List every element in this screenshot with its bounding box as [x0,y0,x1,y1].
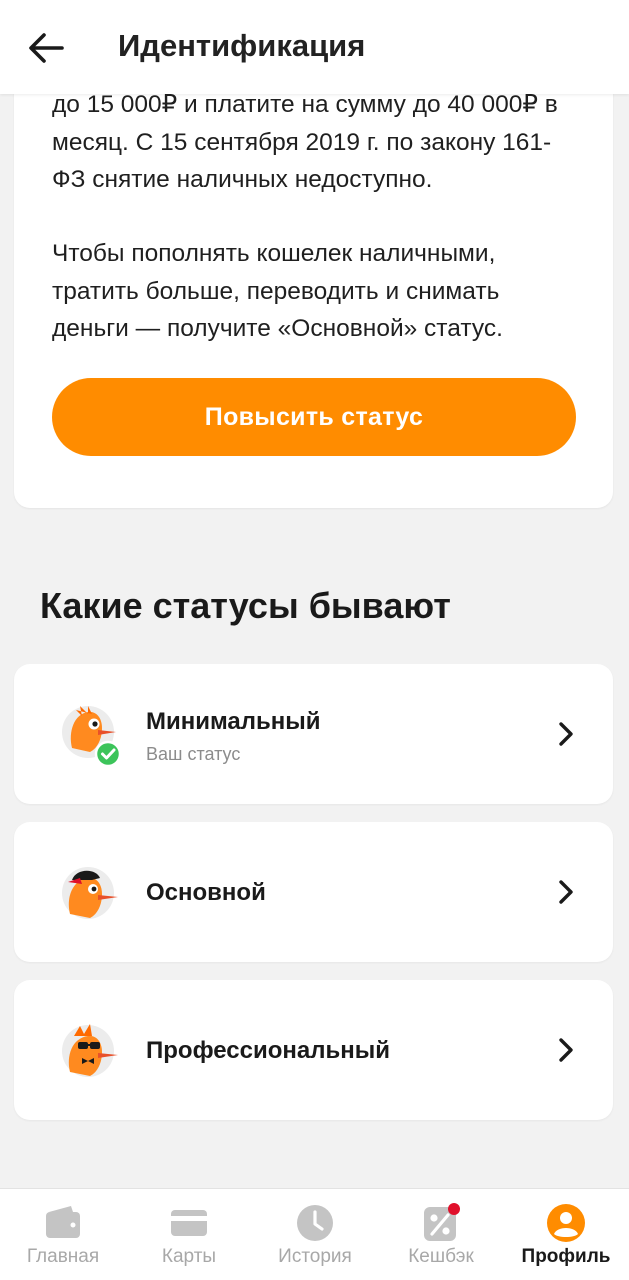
status-name: Основной [146,879,266,906]
nav-item-home[interactable]: Главная [0,1189,126,1280]
notification-badge [448,1203,460,1215]
clock-icon [297,1205,333,1241]
chevron-right-icon [559,880,573,904]
page-title: Идентификация [118,28,366,63]
card-icon [171,1210,207,1236]
nav-item-history[interactable]: История [252,1189,378,1280]
nav-item-cards[interactable]: Карты [126,1189,252,1280]
nav-label: Карты [161,1246,217,1267]
chevron-right-icon [559,1038,573,1062]
status-name: Минимальный [146,708,321,735]
section-title: Какие статусы бывают [40,585,451,626]
status-name: Профессиональный [146,1037,390,1064]
status-card-basic[interactable]: Основной [14,822,613,962]
status-card-minimal[interactable]: Минимальный Ваш статус [14,664,613,804]
bird-sunglasses-icon [58,1018,124,1084]
profile-icon [547,1204,585,1242]
screen: до 15 000₽ и платите на сумму до 40 000₽… [0,0,629,1280]
nav-label: Главная [26,1246,100,1267]
back-button[interactable] [24,26,68,70]
info-paragraph-limits: до 15 000₽ и платите на сумму до 40 000₽… [52,91,558,193]
nav-item-profile[interactable]: Профиль [503,1189,629,1280]
chevron-right-icon [559,722,573,746]
bottom-navigation: Главная Карты История Кешбэк Профиль [0,1188,629,1280]
bird-minimal-icon [58,702,124,768]
nav-item-cashback[interactable]: Кешбэк [378,1189,504,1280]
bird-cap-icon [58,860,124,926]
status-current-label: Ваш статус [146,744,241,764]
upgrade-status-button[interactable]: Повысить статус [52,378,576,456]
status-card-professional[interactable]: Профессиональный [14,980,613,1120]
nav-label: Кешбэк [408,1246,474,1267]
wallet-icon [46,1206,80,1238]
arrow-left-icon [29,33,64,63]
info-paragraph-upgrade: Чтобы пополнять кошелек наличными, трати… [52,240,503,342]
nav-label: История [278,1246,352,1267]
app-header: Идентификация [0,0,629,94]
nav-label: Профиль [521,1246,611,1267]
percent-icon [424,1203,460,1241]
